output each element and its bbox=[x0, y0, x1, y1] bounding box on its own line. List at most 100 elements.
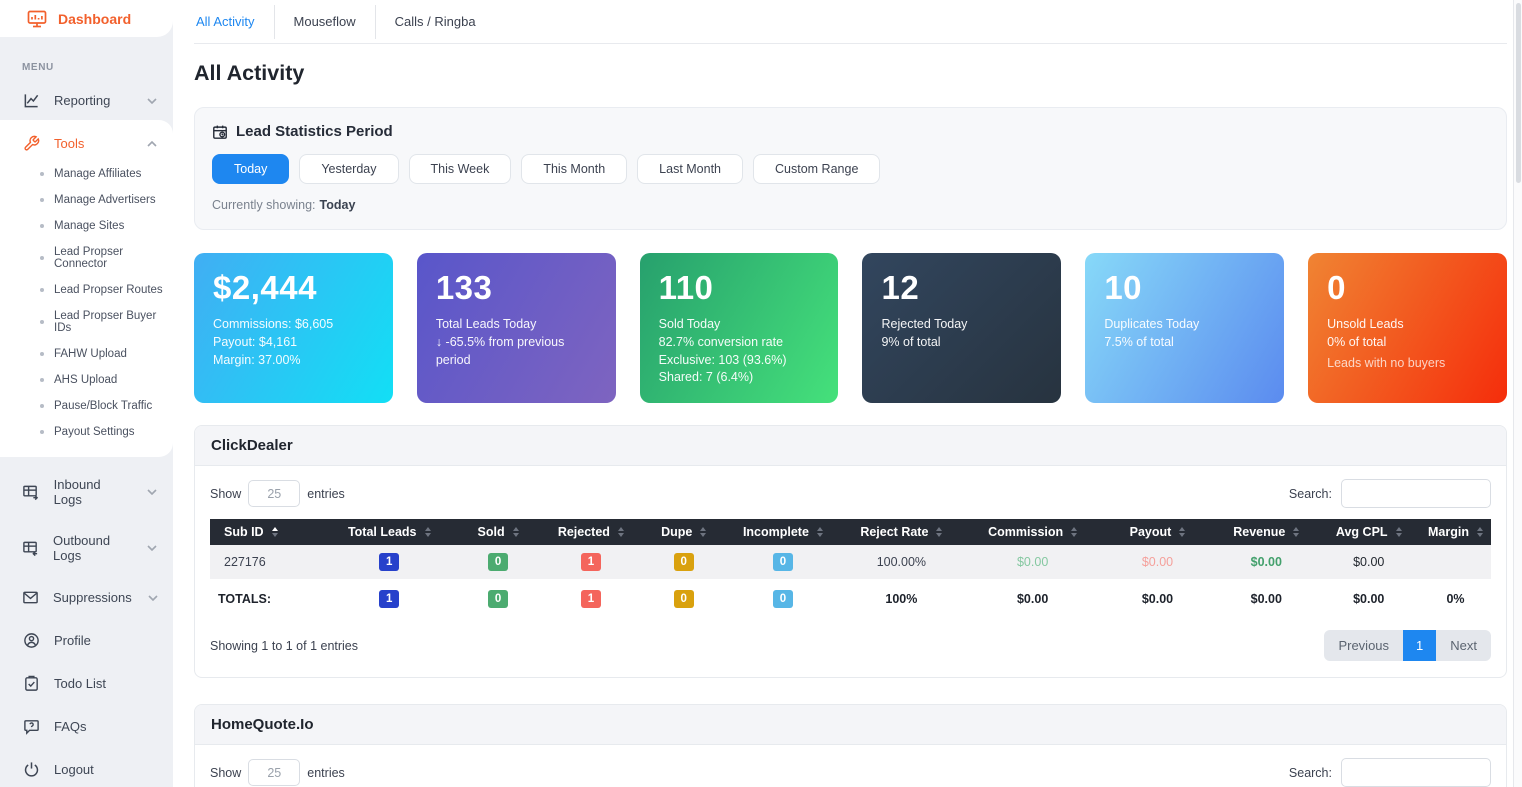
cell-margin: 0% bbox=[1420, 580, 1491, 617]
sidebar-subitem-pause-block-traffic[interactable]: Pause/Block Traffic bbox=[0, 393, 173, 419]
period-button-custom-range[interactable]: Custom Range bbox=[753, 154, 880, 184]
tab-mouseflow[interactable]: Mouseflow bbox=[275, 14, 375, 29]
stat-card-unsold-leads: 0 Unsold Leads 0% of total Leads with no… bbox=[1308, 253, 1507, 403]
column-header-total-leads[interactable]: Total Leads bbox=[325, 519, 453, 545]
sidebar-item-inbound-logs[interactable]: Inbound Logs bbox=[0, 467, 173, 517]
subitem-label: Pause/Block Traffic bbox=[54, 400, 152, 412]
sidebar-subitem-fahw-upload[interactable]: FAHW Upload bbox=[0, 341, 173, 367]
cell-totals-label: TOTALS: bbox=[210, 580, 325, 617]
sidebar-subitem-manage-sites[interactable]: Manage Sites bbox=[0, 213, 173, 239]
column-header-rejected[interactable]: Rejected bbox=[543, 519, 639, 545]
sidebar-subitem-lead-propser-routes[interactable]: Lead Propser Routes bbox=[0, 277, 173, 303]
cell-total-leads: 1 bbox=[325, 545, 453, 580]
search-group: Search: bbox=[1289, 479, 1491, 508]
cell-total-leads: 1 bbox=[325, 580, 453, 617]
subitem-label: Lead Propser Routes bbox=[54, 284, 163, 296]
sidebar-item-profile[interactable]: Profile bbox=[0, 622, 173, 659]
cell-dupe: 0 bbox=[639, 545, 729, 580]
bullet-icon bbox=[40, 404, 44, 408]
sidebar-item-label: Inbound Logs bbox=[54, 477, 131, 507]
column-header-payout[interactable]: Payout bbox=[1100, 519, 1215, 545]
sort-icon[interactable] bbox=[936, 527, 942, 537]
sort-icon[interactable] bbox=[700, 527, 706, 537]
column-header-avg-cpl[interactable]: Avg CPL bbox=[1318, 519, 1420, 545]
search-label: Search: bbox=[1289, 766, 1332, 780]
sidebar-subitem-lead-propser-connector[interactable]: Lead Propser Connector bbox=[0, 239, 173, 277]
sidebar-item-label: Suppressions bbox=[53, 590, 132, 605]
tools-section: Tools Manage Affiliates Manage Advertise… bbox=[0, 120, 173, 457]
sort-icon[interactable] bbox=[1293, 527, 1299, 537]
stat-line: 0% of total bbox=[1327, 334, 1488, 352]
stat-value: 10 bbox=[1104, 269, 1265, 307]
sidebar-item-label: Profile bbox=[54, 633, 91, 648]
stat-card-duplicates-today: 10 Duplicates Today 7.5% of total bbox=[1085, 253, 1284, 403]
sidebar-item-reporting[interactable]: Reporting bbox=[0, 83, 173, 118]
sidebar-item-faqs[interactable]: FAQs bbox=[0, 708, 173, 745]
column-header-dupe[interactable]: Dupe bbox=[639, 519, 729, 545]
stat-line: Rejected Today bbox=[881, 316, 1042, 334]
column-header-sold[interactable]: Sold bbox=[453, 519, 543, 545]
pagination-previous[interactable]: Previous bbox=[1324, 630, 1403, 661]
sidebar-subitem-lead-propser-buyer-ids[interactable]: Lead Propser Buyer IDs bbox=[0, 303, 173, 341]
sort-icon[interactable] bbox=[513, 527, 519, 537]
sidebar-item-suppressions[interactable]: Suppressions bbox=[0, 579, 173, 616]
stat-value: $2,444 bbox=[213, 269, 374, 307]
calendar-icon bbox=[212, 124, 228, 140]
sidebar-subitem-ahs-upload[interactable]: AHS Upload bbox=[0, 367, 173, 393]
search-input[interactable] bbox=[1341, 479, 1491, 508]
sort-icon[interactable] bbox=[1071, 527, 1077, 537]
table-export-icon bbox=[22, 540, 39, 557]
sort-icon[interactable] bbox=[272, 527, 278, 537]
sidebar-item-todo-list[interactable]: Todo List bbox=[0, 665, 173, 702]
brand-label: Dashboard bbox=[58, 11, 131, 27]
pagination-page-1[interactable]: 1 bbox=[1403, 630, 1436, 661]
period-button-yesterday[interactable]: Yesterday bbox=[299, 154, 398, 184]
column-header-incomplete[interactable]: Incomplete bbox=[729, 519, 838, 545]
column-header-sub-id[interactable]: Sub ID bbox=[210, 519, 325, 545]
sidebar-item-outbound-logs[interactable]: Outbound Logs bbox=[0, 523, 173, 573]
chevron-down-icon bbox=[147, 489, 157, 495]
scrollbar-thumb[interactable] bbox=[1516, 3, 1521, 183]
sidebar-item-logout[interactable]: Logout bbox=[0, 751, 173, 787]
stat-card-total-leads: 133 Total Leads Today ↓ -65.5% from prev… bbox=[417, 253, 616, 403]
cell-incomplete: 0 bbox=[729, 545, 838, 580]
scrollbar[interactable] bbox=[1513, 0, 1522, 787]
sort-icon[interactable] bbox=[425, 527, 431, 537]
entries-count-input[interactable] bbox=[248, 480, 300, 507]
cell-dupe: 0 bbox=[639, 580, 729, 617]
cell-incomplete: 0 bbox=[729, 580, 838, 617]
sidebar-item-tools[interactable]: Tools bbox=[0, 126, 173, 161]
tab-calls-ringba[interactable]: Calls / Ringba bbox=[376, 14, 495, 29]
pagination: Previous 1 Next bbox=[1324, 630, 1491, 661]
sidebar-item-label: Outbound Logs bbox=[53, 533, 131, 563]
stat-card-commissions: $2,444 Commissions: $6,605 Payout: $4,16… bbox=[194, 253, 393, 403]
column-header-reject-rate[interactable]: Reject Rate bbox=[837, 519, 965, 545]
sort-icon[interactable] bbox=[618, 527, 624, 537]
dupe-badge: 0 bbox=[674, 590, 694, 608]
main-content: All Activity Mouseflow Calls / Ringba Al… bbox=[173, 0, 1522, 787]
period-button-last-month[interactable]: Last Month bbox=[637, 154, 743, 184]
sort-icon[interactable] bbox=[817, 527, 823, 537]
period-button-this-week[interactable]: This Week bbox=[409, 154, 512, 184]
column-header-margin[interactable]: Margin bbox=[1420, 519, 1491, 545]
column-header-revenue[interactable]: Revenue bbox=[1215, 519, 1317, 545]
search-input[interactable] bbox=[1341, 758, 1491, 787]
brand[interactable]: Dashboard bbox=[0, 0, 173, 37]
column-header-commission[interactable]: Commission bbox=[965, 519, 1099, 545]
sort-icon[interactable] bbox=[1477, 527, 1483, 537]
entries-count-input[interactable] bbox=[248, 759, 300, 786]
show-label: Show bbox=[210, 766, 241, 780]
pagination-next[interactable]: Next bbox=[1436, 630, 1491, 661]
sidebar-subitem-payout-settings[interactable]: Payout Settings bbox=[0, 419, 173, 445]
bullet-icon bbox=[40, 288, 44, 292]
tab-all-activity[interactable]: All Activity bbox=[194, 14, 274, 29]
table-row: 227176 1 0 1 0 0 100.00% $0.00 $0.00 $0.… bbox=[210, 545, 1491, 580]
sort-icon[interactable] bbox=[1179, 527, 1185, 537]
cell-sold: 0 bbox=[453, 580, 543, 617]
subitem-label: Payout Settings bbox=[54, 426, 135, 438]
sidebar-subitem-manage-affiliates[interactable]: Manage Affiliates bbox=[0, 161, 173, 187]
sort-icon[interactable] bbox=[1396, 527, 1402, 537]
period-button-today[interactable]: Today bbox=[212, 154, 289, 184]
sidebar-subitem-manage-advertisers[interactable]: Manage Advertisers bbox=[0, 187, 173, 213]
period-button-this-month[interactable]: This Month bbox=[521, 154, 627, 184]
